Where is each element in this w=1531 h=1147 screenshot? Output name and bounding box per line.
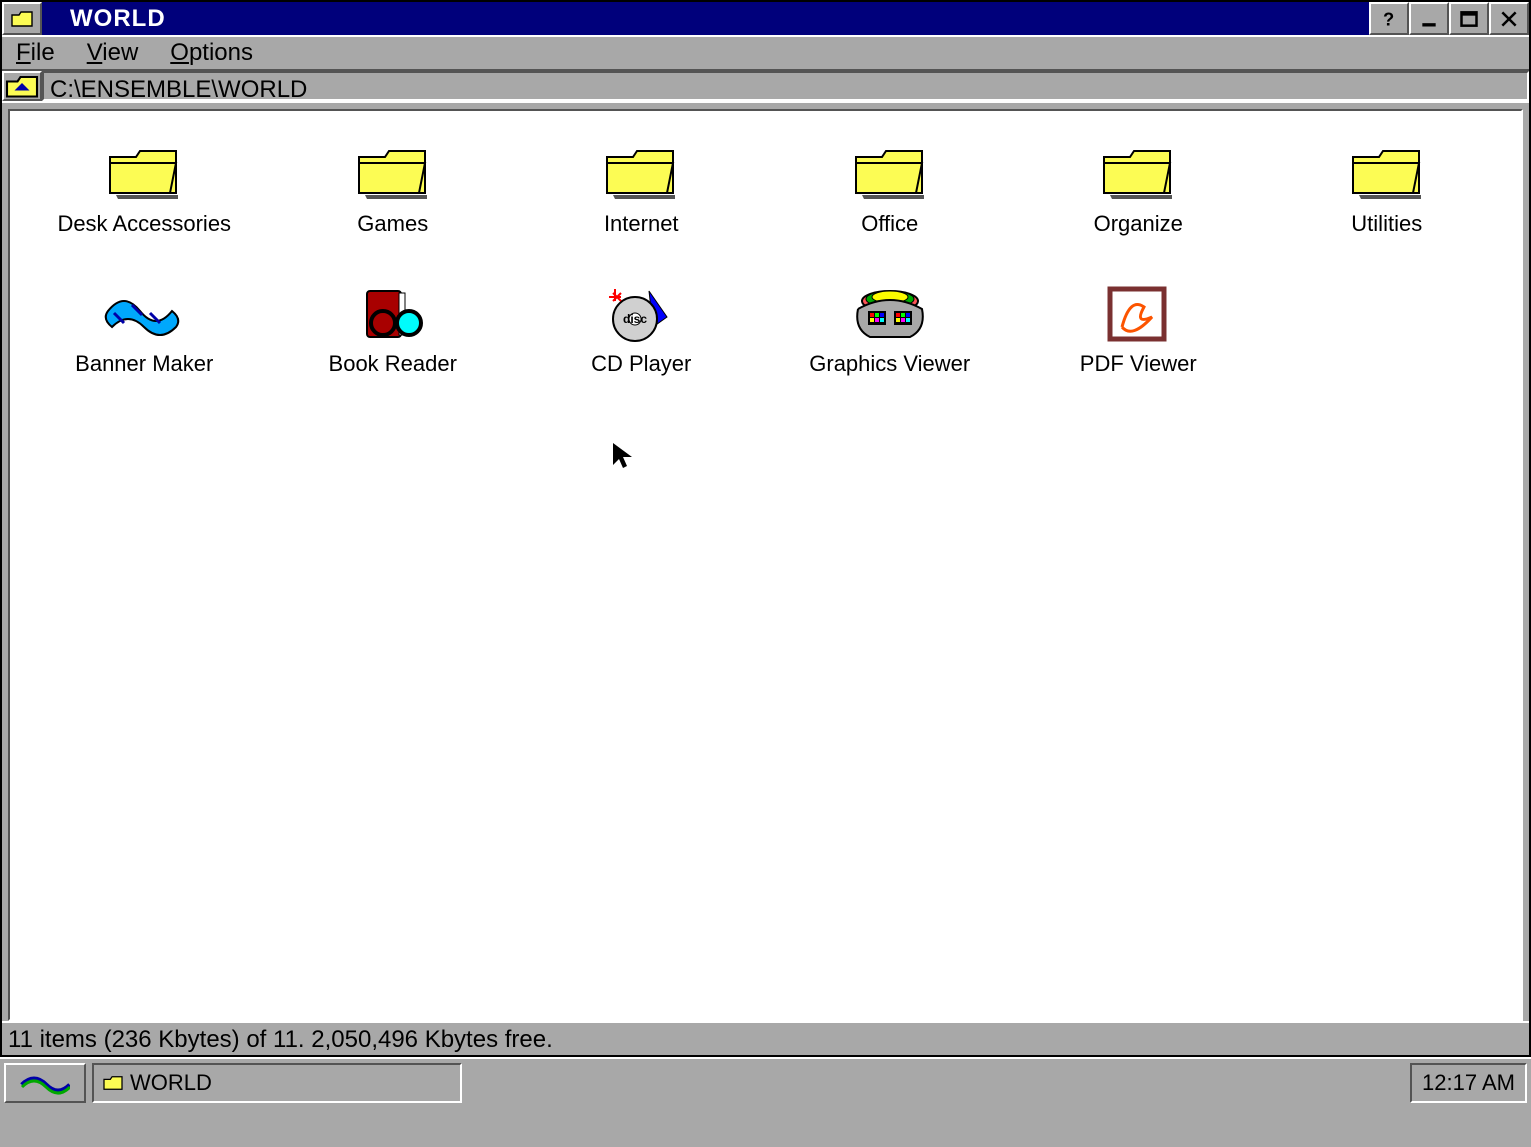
view-menu[interactable]: View: [81, 39, 145, 67]
app-book-icon: [353, 281, 433, 345]
item-label: Office: [861, 211, 918, 237]
file-menu[interactable]: File: [10, 39, 61, 67]
folder-icon: [353, 141, 433, 205]
task-button-label: WORLD: [130, 1070, 212, 1096]
folder-icon: [10, 9, 34, 29]
app-item[interactable]: Graphics Viewer: [766, 281, 1015, 421]
titlebar: WORLD ?: [2, 2, 1529, 35]
app-banner-icon: [104, 281, 184, 345]
maximize-icon: [1457, 9, 1481, 29]
folder-icon: [1098, 141, 1178, 205]
file-manager-window: WORLD ? File View Options: [0, 0, 1531, 1057]
folder-icon: [850, 141, 930, 205]
app-item[interactable]: CD Player: [517, 281, 766, 421]
folder-item[interactable]: Desk Accessories: [20, 141, 269, 281]
app-graphics-icon: [850, 281, 930, 345]
folder-item[interactable]: Games: [269, 141, 518, 281]
up-folder-icon: [4, 71, 40, 101]
icon-grid[interactable]: Desk Accessories Games Internet Office Organ…: [8, 109, 1523, 1021]
folder-icon: [601, 141, 681, 205]
item-label: Organize: [1094, 211, 1183, 237]
svg-text:?: ?: [1383, 9, 1395, 29]
close-button[interactable]: [1489, 2, 1529, 35]
content-frame: Desk Accessories Games Internet Office Organ…: [2, 103, 1529, 1021]
path-text: C:\ENSEMBLE\WORLD: [42, 71, 1529, 101]
help-button[interactable]: ?: [1369, 2, 1409, 35]
item-label: Book Reader: [329, 351, 457, 377]
folder-icon: [1347, 141, 1427, 205]
folder-item[interactable]: Organize: [1014, 141, 1263, 281]
item-label: Graphics Viewer: [809, 351, 970, 377]
app-cd-icon: [601, 281, 681, 345]
app-item[interactable]: Book Reader: [269, 281, 518, 421]
item-label: Games: [357, 211, 428, 237]
folder-item[interactable]: Utilities: [1263, 141, 1512, 281]
item-label: Internet: [604, 211, 679, 237]
app-item[interactable]: Banner Maker: [20, 281, 269, 421]
item-label: Desk Accessories: [57, 211, 231, 237]
folder-item[interactable]: Internet: [517, 141, 766, 281]
folder-icon: [104, 141, 184, 205]
item-label: Utilities: [1351, 211, 1422, 237]
minimize-icon: [1417, 9, 1441, 29]
system-menu-button[interactable]: [2, 2, 42, 35]
statusbar: 11 items (236 Kbytes) of 11. 2,050,496 K…: [2, 1021, 1529, 1055]
item-label: PDF Viewer: [1080, 351, 1197, 377]
clock[interactable]: 12:17 AM: [1410, 1063, 1527, 1103]
close-icon: [1497, 9, 1521, 29]
up-button[interactable]: [2, 71, 42, 101]
folder-item[interactable]: Office: [766, 141, 1015, 281]
folder-icon: [102, 1074, 124, 1092]
menubar: File View Options: [2, 35, 1529, 69]
start-button[interactable]: [4, 1063, 86, 1103]
pathbar: C:\ENSEMBLE\WORLD: [2, 69, 1529, 103]
app-item[interactable]: PDF Viewer: [1014, 281, 1263, 421]
task-button-world[interactable]: WORLD: [92, 1063, 462, 1103]
window-title: WORLD: [42, 2, 194, 35]
maximize-button[interactable]: [1449, 2, 1489, 35]
minimize-button[interactable]: [1409, 2, 1449, 35]
app-pdf-icon: [1098, 281, 1178, 345]
item-label: Banner Maker: [75, 351, 213, 377]
taskbar: WORLD 12:17 AM: [0, 1057, 1531, 1107]
mouse-cursor-icon: [610, 441, 640, 471]
start-icon: [20, 1071, 70, 1095]
options-menu[interactable]: Options: [164, 39, 259, 67]
item-label: CD Player: [591, 351, 691, 377]
question-icon: ?: [1377, 9, 1401, 29]
